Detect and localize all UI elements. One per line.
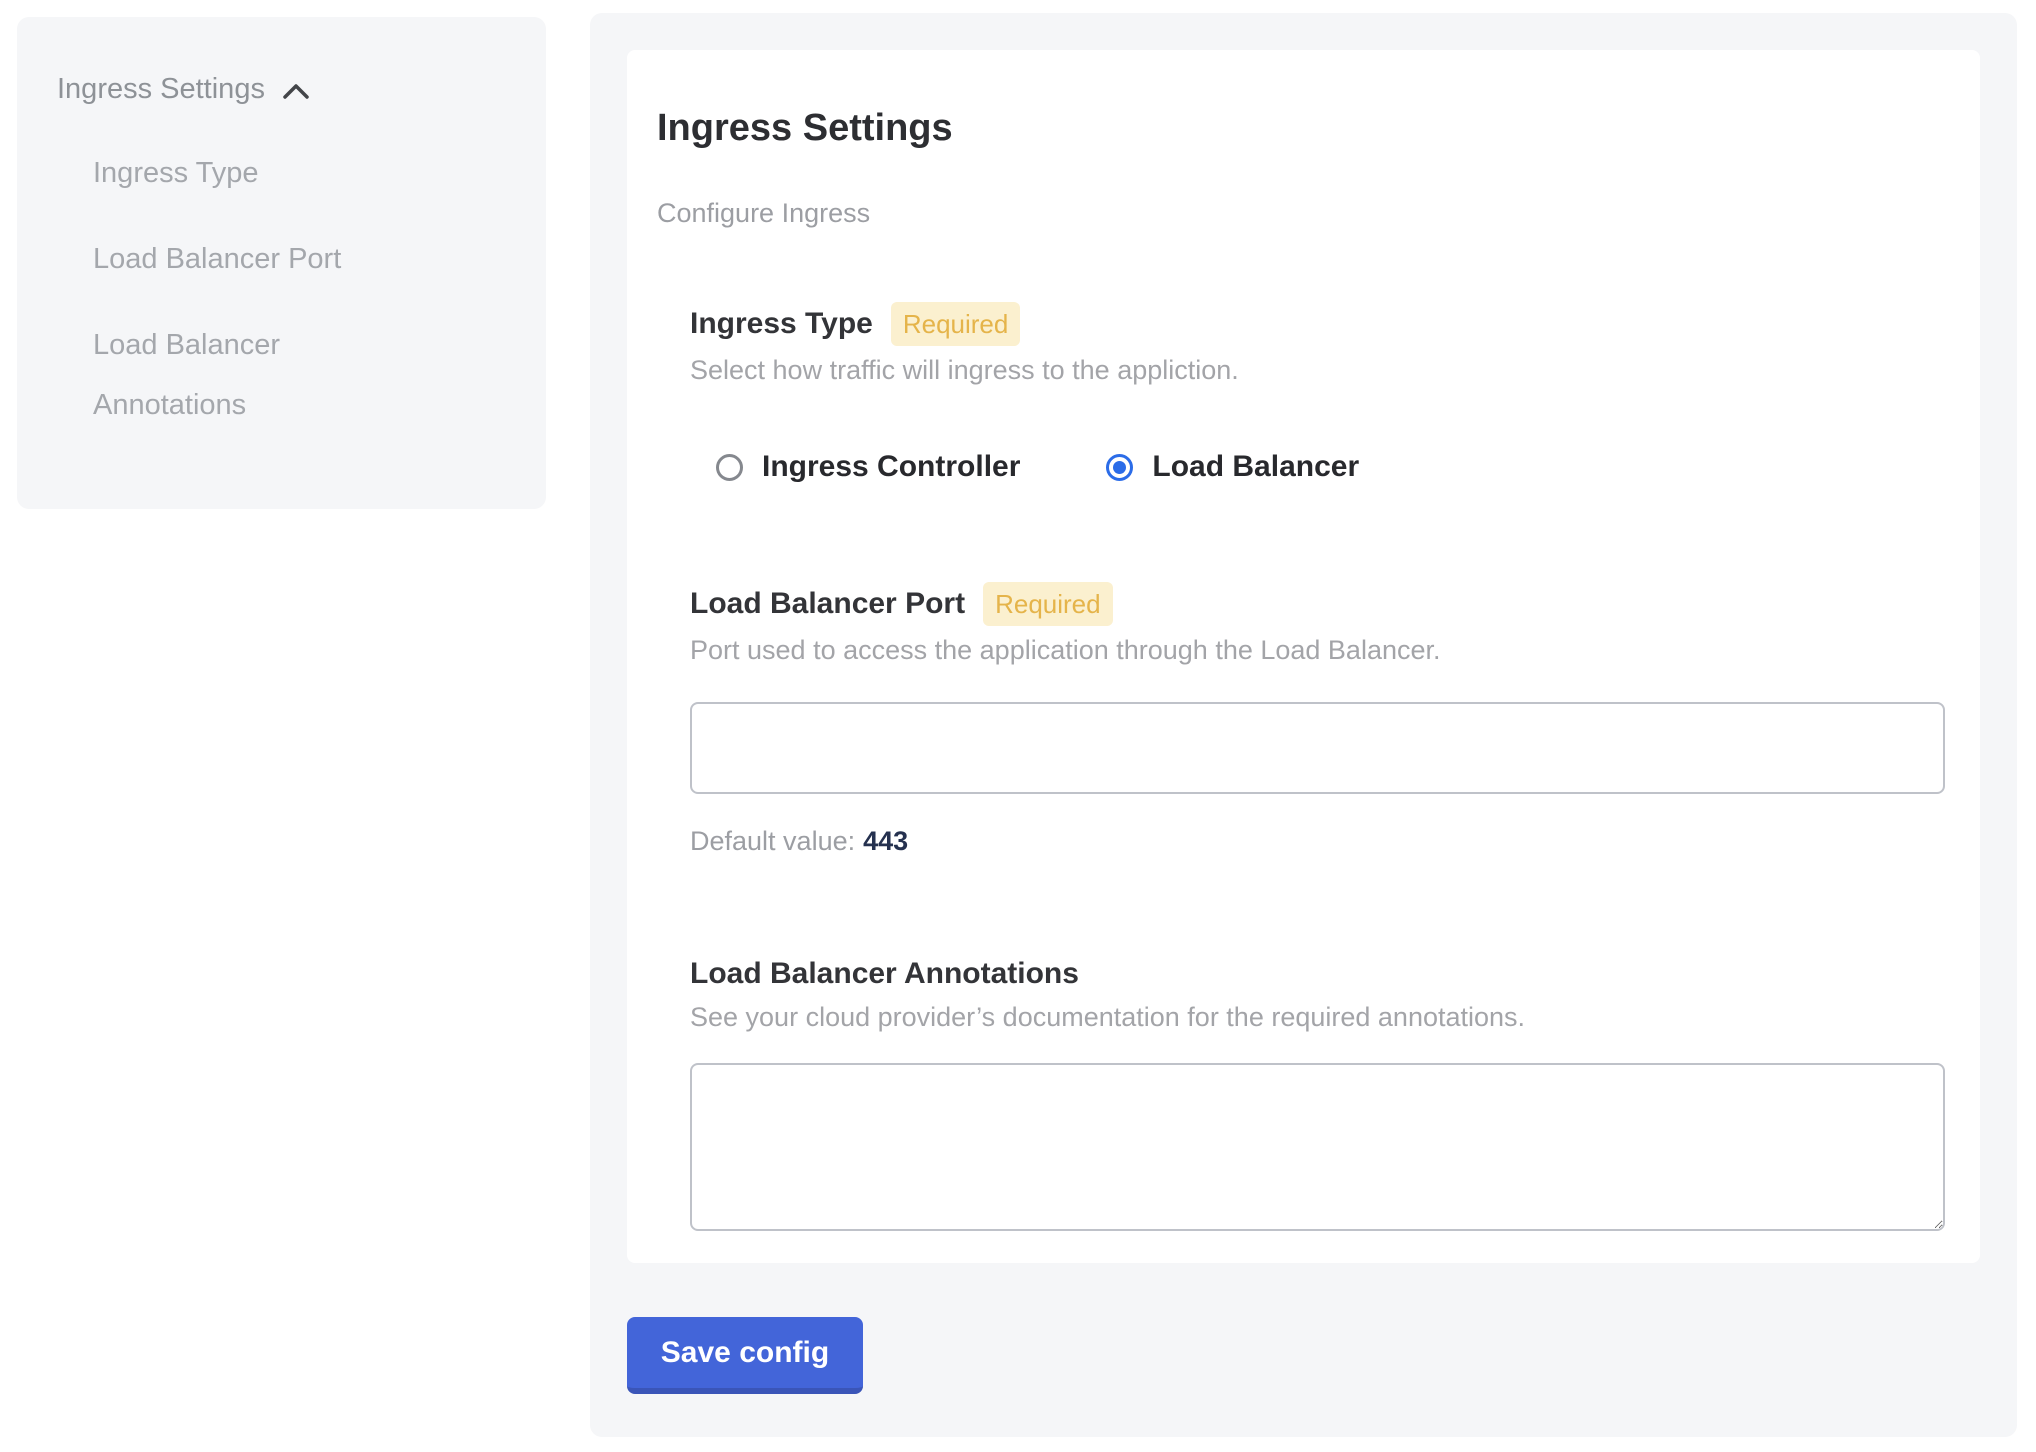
sidebar-item-load-balancer-port[interactable]: Load Balancer Port [93, 229, 423, 289]
section-help-load-balancer-port: Port used to access the application thro… [690, 632, 1945, 668]
radio-ingress-controller[interactable] [716, 454, 743, 481]
section-title-load-balancer-annotations: Load Balancer Annotations [690, 955, 1079, 993]
sidebar-item-load-balancer-annotations[interactable]: Load Balancer Annotations [93, 315, 423, 435]
config-card: Ingress Settings Configure Ingress Ingre… [627, 50, 1980, 1263]
page-subtitle: Configure Ingress [657, 197, 1945, 230]
section-title-ingress-type: Ingress Type [690, 305, 873, 343]
section-load-balancer-annotations: Load Balancer Annotations See your cloud… [690, 955, 1945, 1231]
sidebar-item-list: Ingress Type Load Balancer Port Load Bal… [93, 143, 546, 435]
save-config-button[interactable]: Save config [627, 1317, 863, 1394]
sidebar-group-label: Ingress Settings [57, 71, 265, 107]
sidebar-item-ingress-type[interactable]: Ingress Type [93, 143, 423, 203]
default-value-row: Default value: 443 [690, 824, 1945, 858]
section-load-balancer-port: Load Balancer Port Required Port used to… [690, 582, 1945, 858]
radio-label-load-balancer: Load Balancer [1152, 450, 1359, 484]
radio-load-balancer[interactable] [1106, 454, 1133, 481]
section-title-load-balancer-port: Load Balancer Port [690, 585, 965, 623]
chevron-up-icon[interactable] [281, 77, 311, 101]
section-ingress-type: Ingress Type Required Select how traffic… [690, 302, 1945, 484]
config-panel: Ingress Settings Configure Ingress Ingre… [590, 13, 2017, 1437]
radio-option-load-balancer[interactable]: Load Balancer [1106, 450, 1359, 484]
sidebar-group-ingress-settings[interactable]: Ingress Settings [57, 71, 546, 107]
load-balancer-port-input[interactable] [690, 702, 1945, 794]
required-badge: Required [891, 302, 1021, 346]
section-help-load-balancer-annotations: See your cloud provider’s documentation … [690, 999, 1945, 1035]
default-value: 443 [863, 826, 908, 856]
load-balancer-annotations-textarea[interactable] [690, 1063, 1945, 1231]
page-title: Ingress Settings [657, 105, 1945, 151]
default-value-label: Default value: [690, 826, 855, 856]
config-sidebar: Ingress Settings Ingress Type Load Balan… [17, 17, 546, 509]
radio-label-ingress-controller: Ingress Controller [762, 450, 1020, 484]
ingress-type-radio-group: Ingress Controller Load Balancer [716, 450, 1945, 484]
radio-option-ingress-controller[interactable]: Ingress Controller [716, 450, 1020, 484]
required-badge: Required [983, 582, 1113, 626]
section-help-ingress-type: Select how traffic will ingress to the a… [690, 352, 1945, 388]
